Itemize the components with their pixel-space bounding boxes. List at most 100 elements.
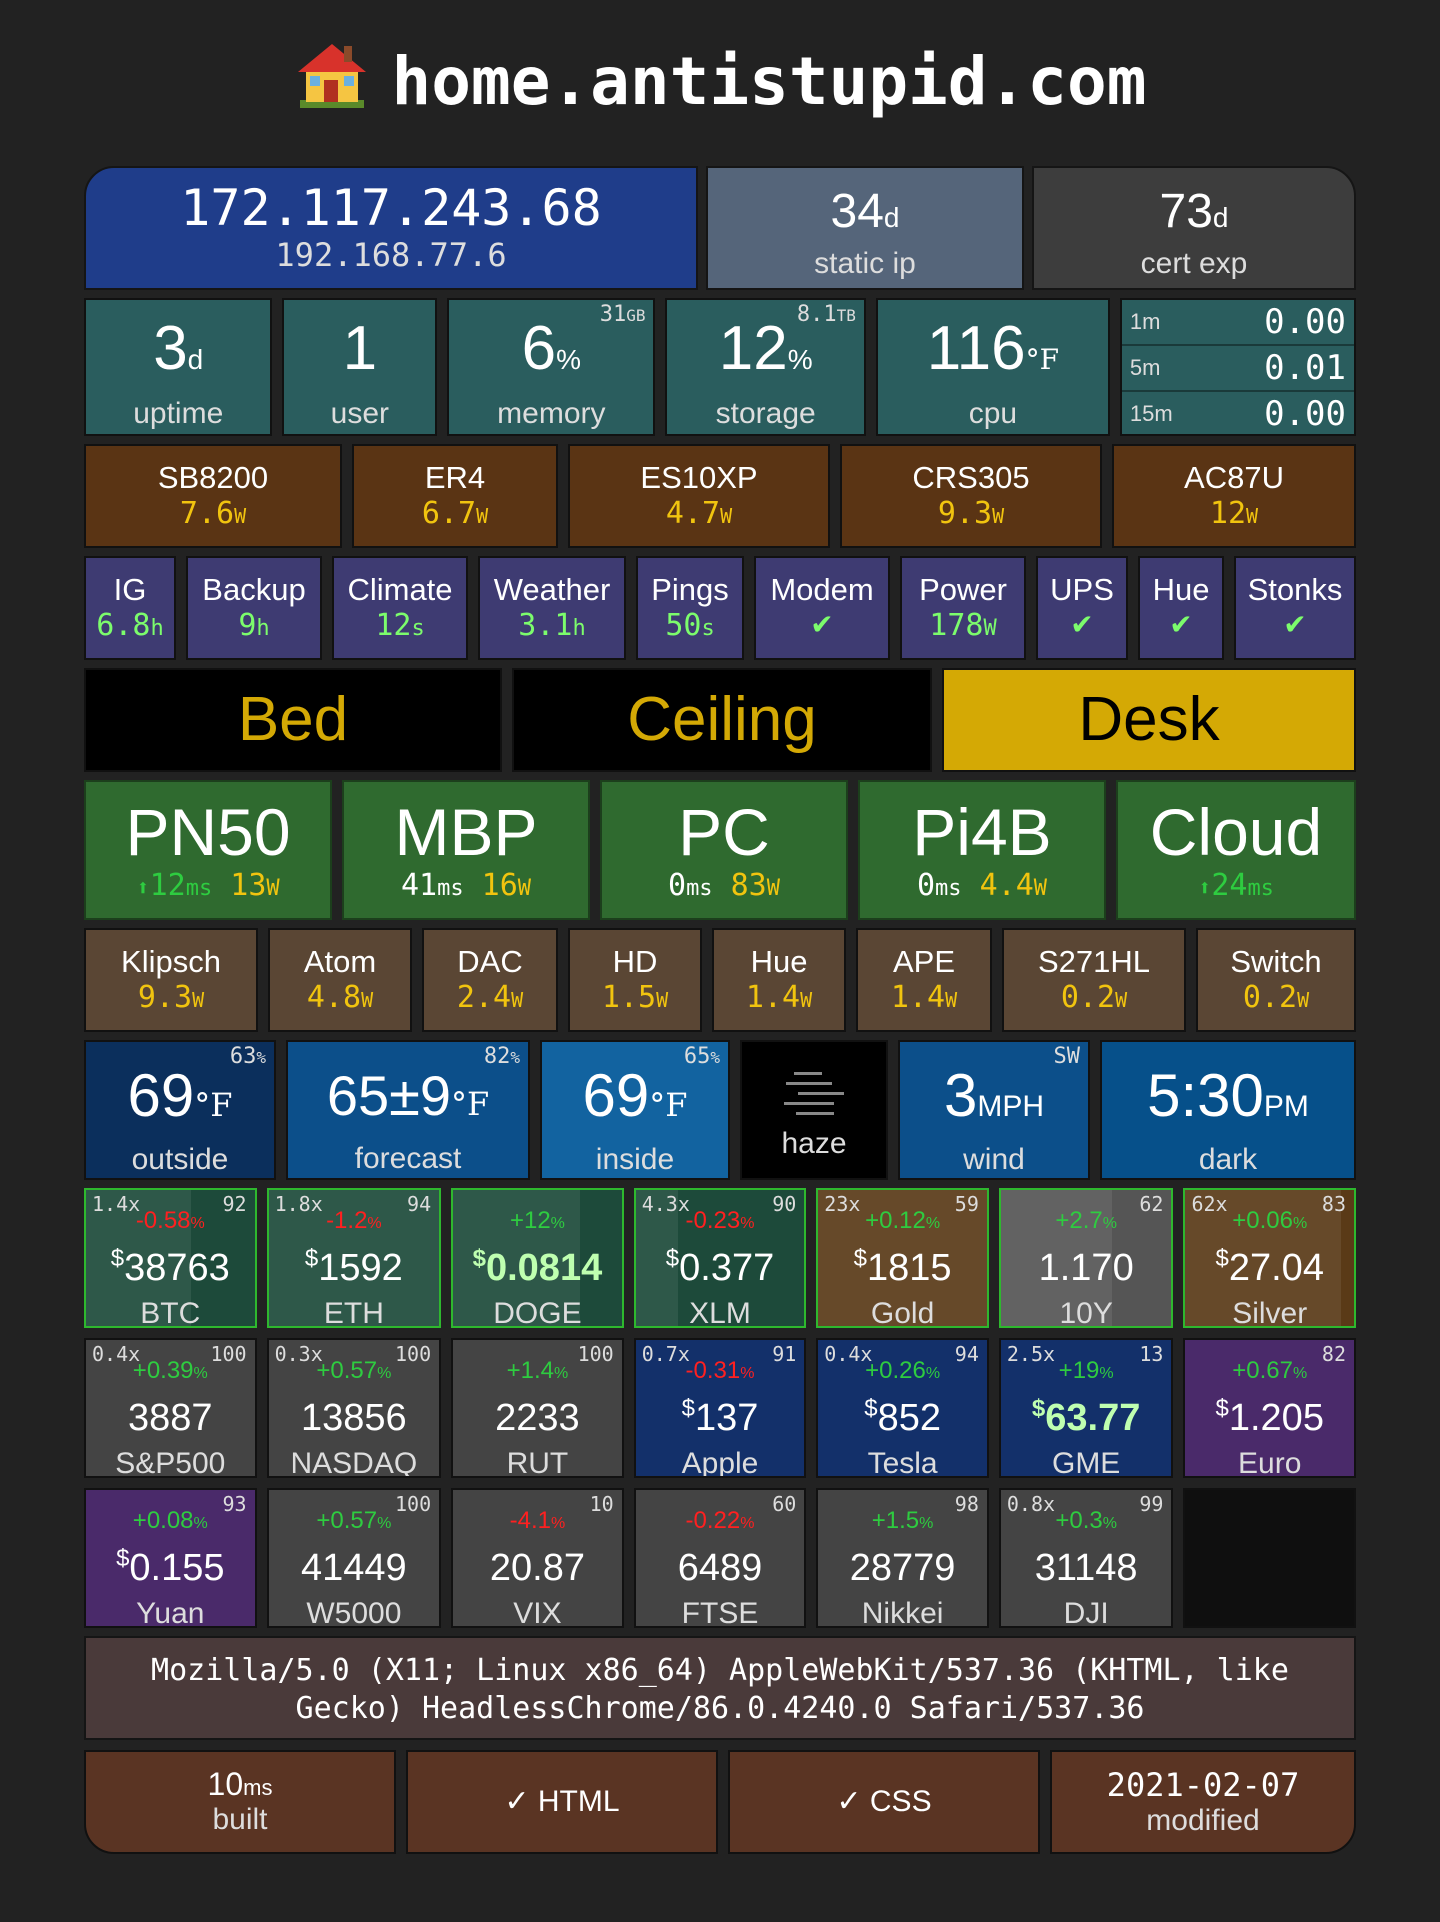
peripheral-s271hl: S271HL 0.2W	[1002, 928, 1186, 1032]
network-devices-row: SB8200 7.6W ER4 6.7W ES10XP 4.7W CRS305 …	[84, 444, 1356, 548]
price: 852	[877, 1397, 941, 1439]
market-ftse-tile: 60 -0.22% 6489 FTSE	[633, 1488, 807, 1628]
device-ac87u: AC87U 12W	[1112, 444, 1356, 548]
job-hue: Hue ✔	[1138, 556, 1224, 660]
memory-tile: 31GB 6% memory	[447, 298, 656, 436]
page-title: home.antistupid.com	[0, 38, 1440, 122]
change: -0.22	[685, 1507, 741, 1534]
change: +0.57	[316, 1357, 378, 1384]
css-validator-link[interactable]: ✓ CSS	[728, 1750, 1040, 1854]
symbol: BTC	[140, 1297, 201, 1328]
forecast-tile: 82% 65±9°F forecast	[286, 1040, 530, 1180]
market-dji-tile: 0.8x 99 +0.3% 31148 DJI	[998, 1488, 1174, 1628]
change: -1.2	[326, 1207, 368, 1234]
check-icon: ✔	[1169, 609, 1193, 640]
symbol: Apple	[681, 1447, 759, 1478]
html-validator-link[interactable]: ✓ HTML	[406, 1750, 718, 1854]
up-arrow-icon: ⬆	[1198, 876, 1212, 901]
market-w5000-tile: 100 +0.57% 41449 W5000	[266, 1488, 442, 1628]
change: -0.58	[135, 1207, 191, 1234]
change: -0.31	[685, 1357, 741, 1384]
change: +1.4	[506, 1357, 554, 1384]
price: 13856	[301, 1397, 407, 1439]
job-modem: Modem ✔	[754, 556, 890, 660]
machine-pn50: PN50 ⬆12ms 13W	[84, 780, 332, 920]
load-5m: 5m 0.01	[1121, 346, 1354, 392]
jobs-row: IG 6.8h Backup 9h Climate 12s Weather 3.…	[84, 556, 1356, 660]
symbol: XLM	[689, 1297, 751, 1328]
job-pings: Pings 50s	[636, 556, 744, 660]
check-icon: ✔	[810, 609, 834, 640]
light-ceiling-toggle[interactable]: Ceiling	[512, 668, 932, 772]
light-bed-toggle[interactable]: Bed	[84, 668, 502, 772]
symbol: 10Y	[1059, 1297, 1113, 1328]
weather-row: 63% 69°F outside 82% 65±9°F forecast 65%…	[84, 1040, 1356, 1180]
symbol: GME	[1051, 1447, 1121, 1478]
time-tile: 5:30PM dark	[1100, 1040, 1356, 1180]
job-climate: Climate 12s	[332, 556, 468, 660]
inside-temp-tile: 65% 69°F inside	[540, 1040, 730, 1180]
market-doge-tile: +12% $0.0814 DOGE	[451, 1188, 624, 1328]
price: 1815	[866, 1247, 952, 1289]
build-time: 10ms built	[84, 1750, 396, 1854]
machine-pc: PC 0ms 83W	[600, 780, 848, 920]
job-power: Power 178W	[900, 556, 1026, 660]
up-arrow-icon: ⬆	[136, 876, 150, 901]
market-vix-tile: 10 -4.1% 20.87 VIX	[451, 1488, 624, 1628]
last-modified: 2021-02-07 modified	[1050, 1750, 1356, 1854]
symbol: Gold	[870, 1297, 935, 1328]
price: 1.205	[1228, 1397, 1324, 1439]
public-ip: 172.117.243.68	[180, 179, 602, 237]
uptime-tile: 3d uptime	[84, 298, 273, 436]
symbol: DOGE	[493, 1297, 582, 1328]
change: +19	[1058, 1357, 1100, 1384]
markets-row-2: 0.4x 100 +0.39% 3887 S&P500 0.3x 100 +0.57% 1385…	[84, 1338, 1357, 1478]
price: 3887	[128, 1397, 213, 1439]
change: +0.26	[865, 1357, 926, 1384]
change: +2.7	[1055, 1207, 1103, 1234]
market-sp500-tile: 0.4x 100 +0.39% 3887 S&P500	[84, 1338, 257, 1478]
lights-row: Bed Ceiling Desk	[84, 668, 1356, 772]
load-15m: 15m 0.00	[1129, 394, 1346, 434]
check-icon: ✔	[1283, 609, 1307, 640]
device-crs305: CRS305 9.3W	[840, 444, 1102, 548]
peripherals-row: Klipsch 9.3W Atom 4.8W DAC 2.4W HD 1.5W …	[84, 928, 1356, 1032]
light-desk-toggle[interactable]: Desk	[942, 668, 1356, 772]
job-weather: Weather 3.1h	[478, 556, 626, 660]
symbol: Nikkei	[861, 1597, 944, 1628]
machines-row: PN50 ⬆12ms 13W MBP 41ms 16W PC 0ms 83W P…	[84, 780, 1356, 920]
peripheral-hue: Hue 1.4W	[712, 928, 846, 1032]
price: 63.77	[1045, 1397, 1141, 1439]
price: 0.0814	[485, 1247, 603, 1289]
change: +0.08	[132, 1507, 194, 1534]
check-icon: ✔	[1070, 609, 1094, 640]
load-1m: 1m 0.00	[1121, 300, 1354, 346]
peripheral-switch: Switch 0.2W	[1196, 928, 1356, 1032]
market-yuan-tile: 93 +0.08% $0.155 Yuan	[84, 1488, 257, 1628]
peripheral-ape: APE 1.4W	[856, 928, 992, 1032]
machine-cloud: Cloud ⬆24ms	[1116, 780, 1356, 920]
change: +0.06	[1232, 1207, 1293, 1234]
local-ip: 192.168.77.6	[275, 236, 507, 274]
change: +0.67	[1232, 1357, 1293, 1384]
price: 41449	[301, 1547, 407, 1589]
wind-tile: SW 3MPH wind	[898, 1040, 1090, 1180]
cert-exp-label: cert exp	[1140, 247, 1248, 280]
public-ip-tile: 172.117.243.68 192.168.77.6	[84, 166, 698, 290]
machine-mbp: MBP 41ms 16W	[342, 780, 590, 920]
symbol: DJI	[1063, 1597, 1109, 1628]
price: 20.87	[489, 1547, 585, 1589]
device-er4: ER4 6.7W	[352, 444, 558, 548]
symbol: Euro	[1238, 1447, 1302, 1478]
price: 6489	[677, 1547, 763, 1589]
symbol: FTSE	[681, 1597, 759, 1628]
condition-tile: haze	[740, 1040, 888, 1180]
symbol: W5000	[306, 1597, 402, 1628]
market-euro-tile: 82 +0.67% $1.205 Euro	[1183, 1338, 1357, 1478]
symbol: S&P500	[115, 1447, 226, 1478]
house-icon	[294, 38, 370, 110]
market-xlm-tile: 4.3x 90 -0.23% $0.377 XLM	[633, 1188, 807, 1328]
price: 137	[694, 1397, 759, 1439]
symbol: Tesla	[867, 1447, 938, 1478]
market-btc-tile: 1.4x 92 -0.58% $38763 BTC	[84, 1188, 257, 1328]
